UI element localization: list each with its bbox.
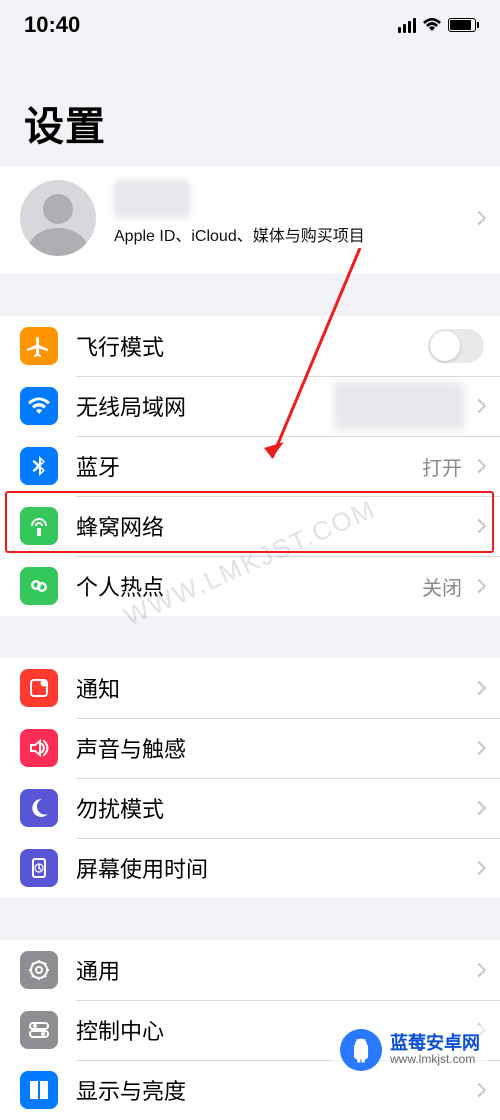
sounds-label: 声音与触感 (76, 732, 468, 764)
cellular-icon (20, 507, 58, 545)
watermark-logo: 蓝莓安卓网 www.lmkjst.com (332, 1025, 488, 1075)
bluetooth-label: 蓝牙 (76, 450, 422, 482)
watermark-title: 蓝莓安卓网 (390, 1033, 480, 1054)
airplane-icon (20, 327, 58, 365)
chevron-right-icon (472, 211, 486, 225)
dnd-icon (20, 789, 58, 827)
display-label: 显示与亮度 (76, 1074, 468, 1106)
wifi-icon (422, 18, 442, 32)
hotspot-value: 关闭 (422, 572, 462, 601)
display-icon (20, 1071, 58, 1109)
row-dnd[interactable]: 勿扰模式 (0, 778, 500, 838)
row-general[interactable]: 通用 (0, 940, 500, 1000)
dnd-label: 勿扰模式 (76, 792, 468, 824)
apple-id-subtitle: Apple ID、iCloud、媒体与购买项目 (114, 222, 468, 246)
notifications-label: 通知 (76, 672, 468, 704)
screentime-icon (20, 849, 58, 887)
row-airplane-mode[interactable]: 飞行模式 (0, 316, 500, 376)
row-cellular[interactable]: 蜂窝网络 (0, 496, 500, 556)
general-icon (20, 951, 58, 989)
status-time: 10:40 (24, 12, 80, 38)
status-bar: 10:40 (0, 0, 500, 50)
chevron-right-icon (472, 1083, 486, 1097)
notifications-icon (20, 669, 58, 707)
hotspot-label: 个人热点 (76, 570, 422, 602)
chevron-right-icon (472, 963, 486, 977)
avatar (20, 180, 96, 256)
chevron-right-icon (472, 681, 486, 695)
signal-icon (398, 18, 416, 33)
chevron-right-icon (472, 459, 486, 473)
wifi-value-redacted (334, 382, 464, 430)
battery-icon (448, 18, 476, 32)
cellular-label: 蜂窝网络 (76, 510, 468, 542)
android-icon (340, 1029, 382, 1071)
profile-name-redacted (114, 180, 190, 218)
row-screentime[interactable]: 屏幕使用时间 (0, 838, 500, 898)
status-icons (398, 18, 476, 33)
wifi-label: 无线局域网 (76, 390, 334, 422)
chevron-right-icon (472, 861, 486, 875)
chevron-right-icon (472, 801, 486, 815)
control-center-icon (20, 1011, 58, 1049)
chevron-right-icon (472, 741, 486, 755)
section-notifications: 通知 声音与触感 勿扰模式 屏幕使用时间 (0, 658, 500, 898)
section-apple-id: Apple ID、iCloud、媒体与购买项目 (0, 166, 500, 274)
toggle-airplane[interactable] (428, 329, 484, 363)
chevron-right-icon (472, 399, 486, 413)
bluetooth-value: 打开 (422, 452, 462, 481)
apple-id-row[interactable]: Apple ID、iCloud、媒体与购买项目 (0, 166, 500, 274)
screentime-label: 屏幕使用时间 (76, 852, 468, 884)
row-sounds[interactable]: 声音与触感 (0, 718, 500, 778)
general-label: 通用 (76, 954, 468, 986)
row-bluetooth[interactable]: 蓝牙 打开 (0, 436, 500, 496)
row-hotspot[interactable]: 个人热点 关闭 (0, 556, 500, 616)
hotspot-icon (20, 567, 58, 605)
chevron-right-icon (472, 519, 486, 533)
airplane-label: 飞行模式 (76, 330, 428, 362)
chevron-right-icon (472, 579, 486, 593)
watermark-url: www.lmkjst.com (390, 1053, 480, 1067)
page-title: 设置 (0, 50, 500, 166)
wifi-row-icon (20, 387, 58, 425)
section-connectivity: 飞行模式 无线局域网 蓝牙 打开 蜂窝网络 个人热点 关闭 (0, 316, 500, 616)
bluetooth-icon (20, 447, 58, 485)
row-notifications[interactable]: 通知 (0, 658, 500, 718)
sounds-icon (20, 729, 58, 767)
row-wifi[interactable]: 无线局域网 (0, 376, 500, 436)
